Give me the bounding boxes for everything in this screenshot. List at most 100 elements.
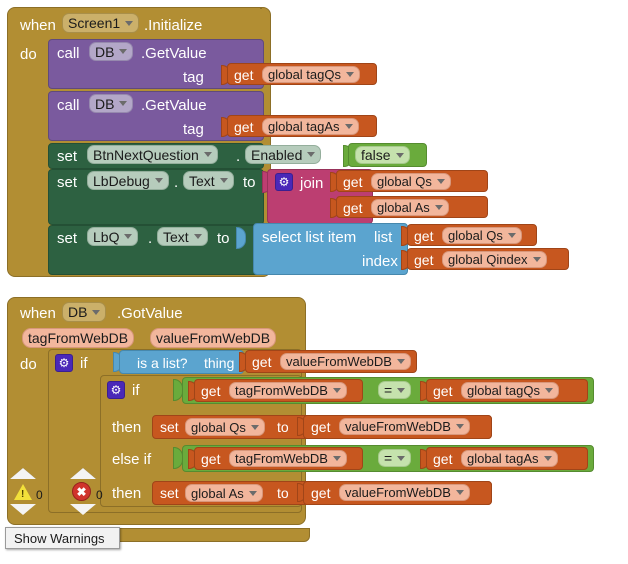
mutator-gear-icon-join[interactable]: ⚙ [275,173,293,191]
variable-dropdown-global-qs-1[interactable]: global Qs [371,173,451,190]
component-dropdown-db-1[interactable]: DB [89,42,134,61]
component-dropdown-lbq[interactable]: LbQ [87,227,139,246]
error-scroll-up-icon[interactable] [70,468,96,479]
arg-label-tag-2: tag [183,121,204,138]
property-dropdown-text-2[interactable]: Text [157,227,208,246]
chevron-down-icon [154,178,163,183]
variable-dropdown-global-qindex[interactable]: global Qindex [442,251,547,268]
component-dropdown-db-3[interactable]: DB [62,302,107,322]
operator-dropdown-equals-1[interactable]: = [378,381,412,399]
get-label-9: get [433,383,453,399]
component-dropdown-btnnextquestion[interactable]: BtnNextQuestion [87,145,218,164]
event-param-valuefromwebdb[interactable]: valueFromWebDB [150,328,277,348]
get-label-3: get [343,174,363,190]
to-label-2: to [243,174,256,191]
chevron-down-icon [332,456,341,461]
dot-separator-3: . [148,230,153,247]
get-label-13: get [311,485,331,501]
join-label: join [300,175,324,192]
set-label-2: set [57,174,78,191]
chevron-down-icon [119,49,128,54]
event-name-initialize: .Initialize [144,17,203,34]
mutator-gear-icon-if-outer[interactable]: ⚙ [55,354,73,372]
chevron-down-icon [532,257,541,262]
chevron-down-icon [545,388,553,393]
blocks-workspace[interactable]: when Screen1 .Initialize do call DB .Get… [0,0,628,564]
to-label-4: to [277,419,289,435]
variable-dropdown-global-as-1[interactable]: global As [371,199,449,216]
set-label-3: set [57,230,78,247]
variable-dropdown-valuefromwebdb-1[interactable]: valueFromWebDB [280,353,411,370]
chevron-down-icon [436,179,445,184]
set-label-5: set [160,485,179,501]
to-label-1: to [322,148,335,165]
get-label-10: get [311,419,331,435]
chevron-down-icon [203,152,212,157]
call-label-2: call [57,97,80,114]
chevron-down-icon [344,124,353,129]
chevron-down-icon [219,178,228,183]
error-indicator[interactable]: ✖ 0 [68,468,108,528]
chevron-down-icon [124,234,133,239]
warning-scroll-down-icon[interactable] [10,504,36,515]
get-label-11: get [201,451,221,467]
get-label-5: get [414,228,434,244]
variable-dropdown-valuefromwebdb-3[interactable]: valueFromWebDB [339,484,470,501]
warning-count: 0 [36,488,43,502]
get-label-6: get [414,252,434,268]
get-label-1: get [234,67,254,83]
show-warnings-button[interactable]: Show Warnings [5,527,120,549]
chevron-down-icon [125,20,134,26]
component-dropdown-screen1[interactable]: Screen1 [62,13,140,33]
variable-dropdown-global-tagqs-2[interactable]: global tagQs [461,382,559,399]
logic-dropdown-false[interactable]: false [355,146,410,164]
chevron-down-icon [507,233,516,238]
variable-dropdown-global-qs-2[interactable]: global Qs [442,227,522,244]
chevron-down-icon [332,388,341,393]
select-list-item-label: select list item [262,229,357,246]
variable-dropdown-global-tagas-2[interactable]: global tagAs [461,450,558,467]
chevron-down-icon [396,359,405,364]
component-dropdown-lbdebug[interactable]: LbDebug [87,171,169,190]
else-if-label: else if [112,451,152,468]
chevron-down-icon [397,455,406,461]
get-label-7: get [252,354,272,370]
variable-dropdown-set-global-qs[interactable]: global Qs [185,418,265,436]
chevron-down-icon [434,205,443,210]
chevron-down-icon [250,424,259,430]
chevron-down-icon [543,456,552,461]
property-dropdown-enabled[interactable]: Enabled [245,145,322,164]
thing-arg-label: thing [204,355,235,371]
mutator-gear-icon-if-inner[interactable]: ⚙ [107,381,125,399]
operator-dropdown-equals-2[interactable]: = [378,449,412,467]
when-label-2: when [20,305,56,322]
chevron-down-icon [397,387,406,393]
variable-dropdown-global-tagas-1[interactable]: global tagAs [262,118,359,135]
show-warnings-label: Show Warnings [14,530,105,546]
get-label-8: get [201,383,221,399]
error-circle-icon[interactable]: ✖ [72,482,91,501]
list-arg-label: list [374,229,393,246]
method-name-getvalue-1: .GetValue [141,45,207,62]
warning-indicator[interactable]: ! 0 [8,468,48,528]
variable-dropdown-tagfromwebdb-2[interactable]: tagFromWebDB [229,450,347,467]
get-label-2: get [234,119,254,135]
then-label-1: then [112,419,142,436]
variable-dropdown-valuefromwebdb-2[interactable]: valueFromWebDB [339,418,470,435]
variable-dropdown-set-global-as[interactable]: global As [185,484,263,502]
get-label-4: get [343,200,363,216]
chevron-down-icon [193,234,202,239]
property-dropdown-text-1[interactable]: Text [183,171,234,190]
call-label-1: call [57,45,80,62]
to-label-5: to [277,485,289,501]
setter-block-lbq-text[interactable] [48,225,264,275]
if-label-inner: if [132,382,140,399]
variable-dropdown-global-tagqs-1[interactable]: global tagQs [262,66,360,83]
variable-dropdown-tagfromwebdb-1[interactable]: tagFromWebDB [229,382,347,399]
error-scroll-down-icon[interactable] [70,504,96,515]
if-label-outer: if [80,355,88,372]
to-label-3: to [217,230,230,247]
event-header-extension [260,7,262,9]
component-dropdown-db-2[interactable]: DB [89,94,134,113]
event-param-tagfromwebdb[interactable]: tagFromWebDB [22,328,135,348]
